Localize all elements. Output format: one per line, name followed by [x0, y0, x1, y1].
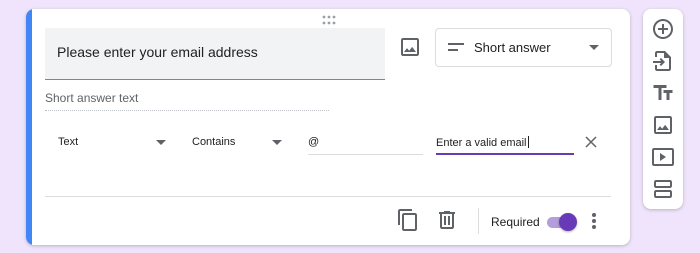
floating-toolbar — [643, 9, 683, 209]
custom-error-text-input[interactable]: Enter a valid email — [436, 136, 574, 155]
short-text-icon — [448, 43, 464, 51]
trash-icon[interactable] — [435, 208, 459, 232]
video-icon[interactable] — [651, 145, 675, 169]
image-icon[interactable] — [651, 113, 675, 137]
custom-error-text: Enter a valid email — [436, 137, 527, 149]
validation-pattern-text: @ — [308, 136, 320, 148]
more-vert-icon[interactable] — [584, 209, 604, 233]
question-type-label: Short answer — [474, 40, 551, 55]
close-icon[interactable] — [585, 136, 597, 148]
toggle-thumb — [559, 213, 577, 231]
question-title-input[interactable]: Please enter your email address — [45, 28, 385, 80]
required-label: Required — [491, 215, 540, 229]
question-card[interactable]: Please enter your email address Short an… — [26, 9, 630, 245]
question-type-dropdown[interactable]: Short answer — [435, 28, 612, 67]
drag-handle-icon[interactable] — [322, 15, 336, 25]
active-card-indicator — [26, 9, 32, 245]
import-question-icon[interactable] — [651, 49, 675, 73]
add-circle-icon[interactable] — [651, 17, 675, 41]
required-toggle[interactable] — [545, 213, 577, 231]
footer-divider — [45, 196, 611, 197]
content-copy-icon[interactable] — [396, 208, 420, 232]
question-title-text: Please enter your email address — [57, 44, 258, 60]
footer-vertical-divider — [478, 208, 479, 234]
text-cursor — [527, 136, 529, 148]
validation-condition-select[interactable]: Contains — [192, 136, 235, 148]
arrow-drop-down-icon[interactable] — [272, 140, 282, 145]
validation-pattern-input[interactable]: @ — [308, 136, 423, 155]
arrow-drop-down-icon — [589, 45, 599, 50]
arrow-drop-down-icon[interactable] — [156, 140, 166, 145]
image-icon[interactable] — [398, 35, 422, 59]
title-text-icon[interactable] — [651, 81, 675, 105]
validation-type-select[interactable]: Text — [58, 136, 78, 148]
short-answer-placeholder: Short answer text — [45, 90, 329, 111]
section-icon[interactable] — [651, 177, 675, 201]
